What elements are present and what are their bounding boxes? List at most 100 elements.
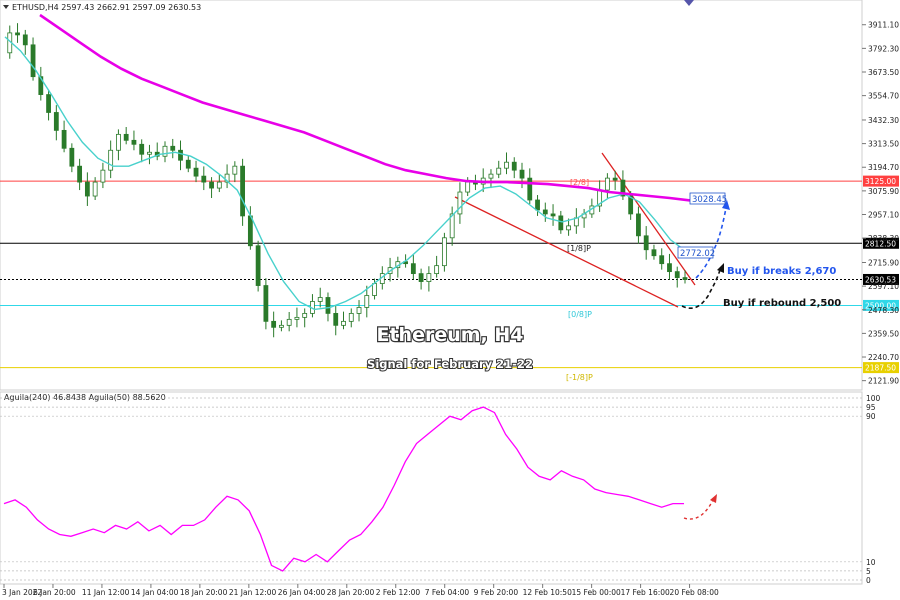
candle-body — [22, 34, 28, 46]
candle-body — [201, 175, 207, 183]
time-tick-label: 18 Jan 20:00 — [180, 588, 228, 597]
time-tick-label: 11 Jan 12:00 — [82, 588, 130, 597]
ma200-price-box: 3028.45 — [689, 192, 727, 205]
candle-body — [504, 161, 509, 169]
price-tick-label: 2240.70 — [868, 353, 899, 362]
candle-body — [465, 181, 471, 193]
candle-body — [426, 273, 432, 282]
candle-body — [488, 173, 494, 179]
candle-body — [131, 139, 137, 145]
level-box-label: 3125.00 — [865, 177, 896, 186]
candle-body — [558, 215, 564, 231]
overlay-subtitle: Signal for February 21-22 — [367, 357, 533, 371]
ma21-price-text: 2772.02 — [680, 249, 715, 259]
candle-body — [240, 165, 246, 217]
candle-body — [566, 225, 571, 231]
candle-body — [69, 147, 75, 167]
candle-body — [659, 255, 665, 265]
price-tick-label: 2121.90 — [868, 377, 899, 386]
candle-body — [535, 199, 540, 211]
price-tick-label: 2957.10 — [868, 211, 899, 220]
murray-label-minus-1-8: [-1/8]P — [566, 373, 593, 382]
level-box-label: 2187.50 — [865, 364, 896, 373]
candle-body — [178, 149, 183, 161]
candle-body — [247, 215, 253, 247]
candle-body — [441, 237, 447, 267]
candle-body — [100, 169, 106, 183]
candle-body — [542, 209, 548, 215]
candle-body — [302, 312, 308, 318]
oscillator-panel-frame — [0, 391, 863, 585]
candle-body — [341, 320, 346, 326]
candle-body — [457, 191, 463, 215]
candle-body — [636, 213, 641, 237]
candle-body — [139, 143, 145, 155]
oscillator-tick-label: 5 — [866, 567, 871, 576]
candle-body — [519, 169, 525, 179]
candle-body — [61, 129, 67, 149]
symbol-info: ETHUSD,H4 2597.43 2662.91 2597.09 2630.5… — [12, 3, 201, 12]
time-axis: 3 Jan 20226 Jan 20:00 11 Jan 12:00 14 Jan … — [2, 584, 719, 597]
candle-body — [84, 181, 90, 197]
candle-body — [511, 161, 517, 171]
candle-body — [418, 273, 424, 282]
candle-body — [263, 285, 269, 322]
candle-body — [604, 177, 610, 191]
candle-body — [550, 213, 556, 217]
time-tick-label: 28 Jan 20:00 — [327, 588, 375, 597]
candle-body — [674, 271, 680, 278]
candle-body — [53, 112, 59, 131]
candle-body — [434, 265, 440, 275]
price-tick-label: 3432.30 — [868, 116, 899, 125]
price-axis: 3911.10 3792.30 3673.50 3554.70 3432.30 3313.… — [862, 21, 899, 386]
price-tick-label: 2715.90 — [868, 258, 899, 267]
price-tick-label: 3554.70 — [868, 92, 899, 101]
candle-body — [667, 263, 672, 273]
candle-body — [209, 181, 214, 189]
ma200-price-text: 3028.45 — [692, 195, 727, 205]
time-tick-label: 21 Jan 12:00 — [229, 588, 277, 597]
time-tick-label: 7 Feb 04:00 — [425, 588, 470, 597]
buy-break-label: Buy if breaks 2,670 — [727, 266, 836, 277]
oscillator-tick-label: 100 — [866, 394, 881, 403]
candle-body — [185, 159, 191, 169]
candle-body — [294, 316, 300, 320]
candle-body — [325, 297, 331, 314]
candle-body — [162, 145, 168, 157]
candle-body — [356, 307, 362, 314]
candle-body — [682, 277, 688, 280]
candle-body — [92, 181, 98, 197]
price-tick-label: 3792.30 — [868, 44, 899, 53]
price-tick-label: 2478.30 — [868, 306, 899, 315]
candle-body — [333, 312, 339, 326]
candle-body — [216, 181, 222, 189]
time-tick-label: 6 Jan 20:00 — [33, 588, 76, 597]
overlay-title: Ethereum, H4 — [376, 324, 523, 346]
price-tick-label: 3194.70 — [868, 163, 899, 172]
price-tick-label: 3075.90 — [868, 187, 899, 196]
ma21-price-box: 2772.02 — [677, 246, 715, 259]
candle-body — [15, 32, 20, 36]
time-tick-label: 12 Feb 10:50 — [523, 588, 572, 597]
time-tick-label: 17 Feb 16:00 — [621, 588, 670, 597]
candle-body — [364, 295, 370, 308]
murray-label-2-8: [2/8] — [570, 178, 589, 187]
candle-body — [108, 149, 114, 171]
oscillator-tick-label: 10 — [866, 558, 876, 567]
murray-label-0-8: [0/8]P — [568, 310, 592, 319]
time-tick-label: 20 Feb 08:00 — [670, 588, 719, 597]
candle-body — [123, 133, 129, 141]
candle-body — [30, 44, 36, 78]
buy-rebound-label: Buy if rebound 2,500 — [723, 298, 841, 309]
candle-body — [116, 133, 121, 151]
candle-body — [286, 318, 292, 326]
oscillator-tick-label: 90 — [866, 412, 876, 421]
candle-body — [46, 94, 51, 113]
indicator-info: Aguila(240) 46.8438 Aguila(50) 88.5620 — [4, 393, 166, 402]
candle-body — [317, 297, 323, 302]
oscillator-tick-label: 95 — [866, 403, 876, 412]
candle-body — [255, 245, 261, 286]
murray-label-1-8: [1/8]P — [567, 244, 591, 253]
time-tick-label: 14 Jan 04:00 — [131, 588, 179, 597]
time-tick-label: 2 Feb 12:00 — [376, 588, 421, 597]
